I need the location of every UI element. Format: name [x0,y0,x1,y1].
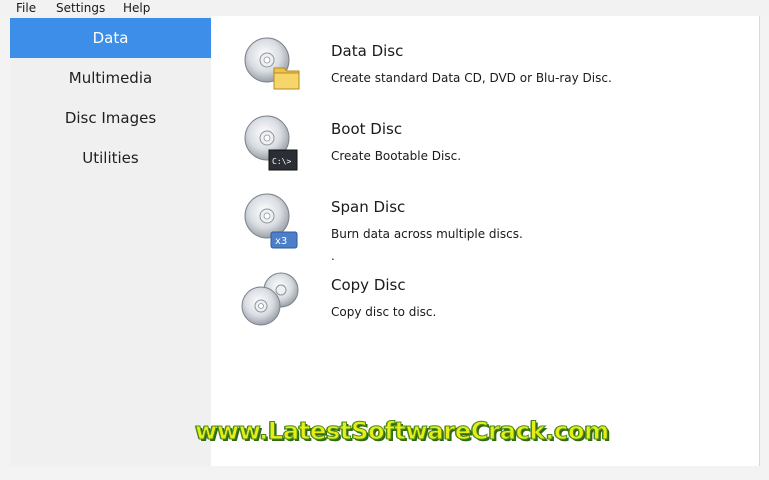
option-copy-disc[interactable]: Copy Disc Copy disc to disc. [241,270,741,334]
option-title: Boot Disc [331,120,403,138]
data-disc-icon [244,37,300,90]
watermark-text: www.LatestSoftwareCrack.com [195,417,610,446]
menu-help[interactable]: Help [121,0,152,16]
option-title: Copy Disc [331,276,406,294]
sidebar-item-data[interactable]: Data [10,18,211,58]
menu-bar: File Settings Help [0,0,769,16]
content-panel: Data Disc Create standard Data CD, DVD o… [211,16,760,466]
option-title: Data Disc [331,42,404,60]
span-disc-badge: x3 [275,236,287,247]
menu-settings[interactable]: Settings [54,0,107,16]
stray-dot: . [331,249,335,263]
option-description: Copy disc to disc. [331,305,437,319]
option-description: Burn data across multiple discs. [331,227,523,241]
option-title: Span Disc [331,198,406,216]
option-boot-disc[interactable]: C:\> Boot Disc Create Bootable Disc. [241,114,741,178]
category-sidebar: Data Multimedia Disc Images Utilities [10,16,211,466]
boot-disc-badge: C:\> [272,157,291,166]
sidebar-item-disc-images[interactable]: Disc Images [10,98,211,138]
option-description: Create Bootable Disc. [331,149,462,163]
sidebar-item-multimedia[interactable]: Multimedia [10,58,211,98]
boot-disc-icon: C:\> [244,115,298,171]
option-data-disc[interactable]: Data Disc Create standard Data CD, DVD o… [241,36,741,100]
option-span-disc[interactable]: x3 Span Disc Burn data across multiple d… [241,192,741,256]
copy-disc-icon [241,272,299,326]
option-description: Create standard Data CD, DVD or Blu-ray … [331,71,612,85]
span-disc-icon: x3 [244,193,298,249]
sidebar-item-utilities[interactable]: Utilities [10,138,211,178]
menu-file[interactable]: File [14,0,38,16]
